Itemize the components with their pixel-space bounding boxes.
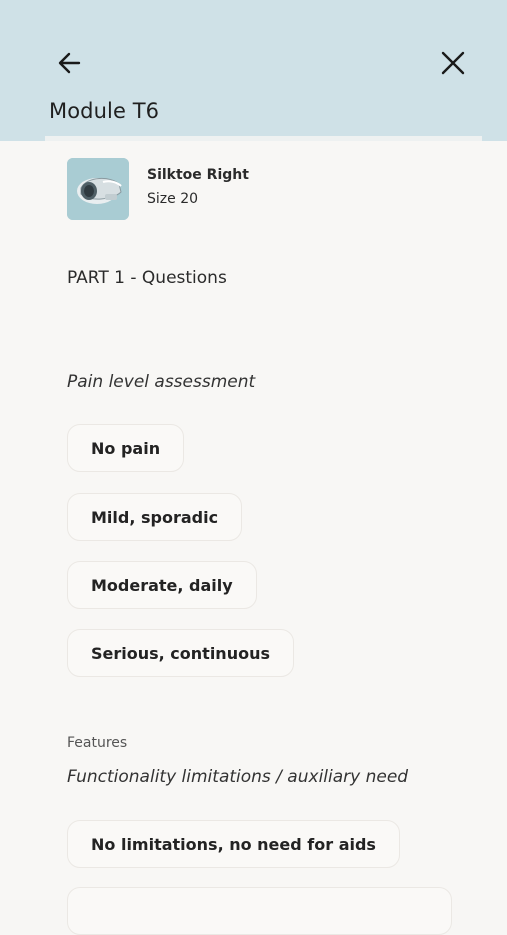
option-serious-continuous[interactable]: Serious, continuous <box>67 629 294 677</box>
option-no-pain[interactable]: No pain <box>67 424 185 472</box>
option-no-limitations[interactable]: No limitations, no need for aids <box>67 820 400 868</box>
prosthetic-toe-image <box>67 158 129 220</box>
features-label: Features <box>67 735 128 751</box>
page-title: Module T6 <box>49 99 160 123</box>
option-partial-next[interactable] <box>67 887 452 935</box>
product-name: Silktoe Right <box>147 167 249 183</box>
part-title: PART 1 - Questions <box>67 268 227 288</box>
back-button[interactable] <box>50 43 90 83</box>
functionality-question: Functionality limitations / auxiliary ne… <box>67 767 409 787</box>
arrow-left-icon <box>58 52 81 74</box>
option-mild-sporadic[interactable]: Mild, sporadic <box>67 493 243 541</box>
option-moderate-daily[interactable]: Moderate, daily <box>67 561 257 609</box>
product-size: Size 20 <box>147 191 199 207</box>
close-button[interactable] <box>433 43 473 83</box>
product-summary: Silktoe Right Size 20 <box>67 158 249 220</box>
close-icon <box>441 51 465 75</box>
product-thumbnail <box>67 158 129 220</box>
pain-question: Pain level assessment <box>67 372 256 392</box>
